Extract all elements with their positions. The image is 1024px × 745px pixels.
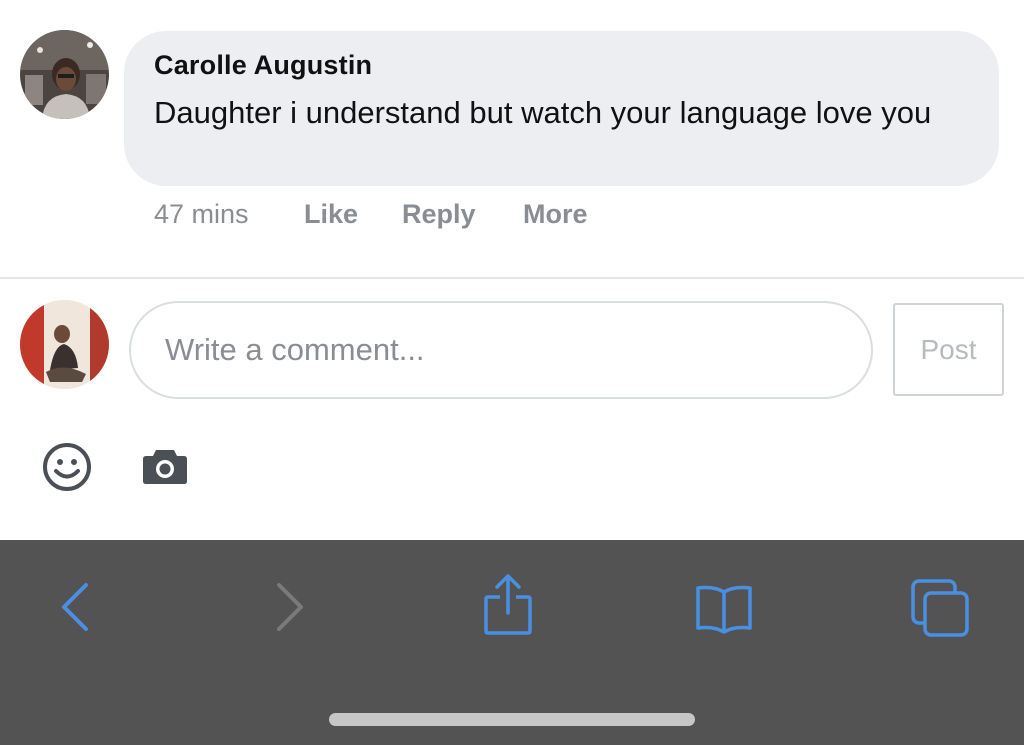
- reply-button[interactable]: Reply: [402, 196, 476, 232]
- smiley-icon[interactable]: [42, 442, 92, 492]
- back-chevron-icon[interactable]: [58, 582, 92, 632]
- home-indicator[interactable]: [329, 713, 695, 726]
- current-user-avatar: [20, 300, 109, 389]
- post-button[interactable]: Post: [893, 303, 1004, 396]
- tabs-icon[interactable]: [910, 578, 972, 638]
- comment-input[interactable]: [129, 301, 873, 399]
- more-button[interactable]: More: [523, 196, 588, 232]
- comment-timestamp[interactable]: 47 mins: [154, 196, 249, 232]
- divider: [0, 277, 1024, 279]
- commenter-avatar[interactable]: [20, 30, 109, 119]
- comment-author-name[interactable]: Carolle Augustin: [154, 49, 969, 82]
- bookmarks-book-icon[interactable]: [694, 584, 754, 634]
- camera-icon[interactable]: [142, 446, 188, 486]
- comment-bubble: Carolle Augustin Daughter i understand b…: [124, 31, 999, 186]
- comment-text: Daughter i understand but watch your lan…: [154, 95, 932, 130]
- forward-chevron-icon[interactable]: [273, 582, 307, 632]
- like-button[interactable]: Like: [304, 196, 358, 232]
- share-icon[interactable]: [482, 573, 534, 637]
